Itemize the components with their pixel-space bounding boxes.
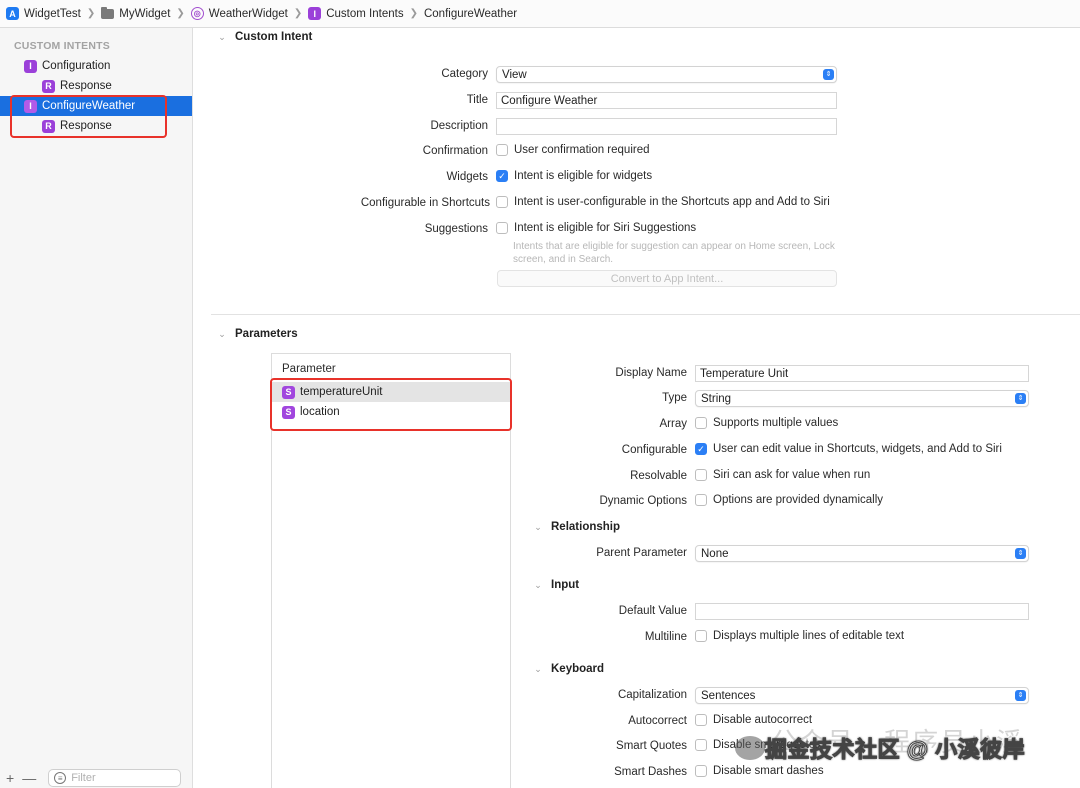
dynamic-options-label: Dynamic Options <box>599 495 687 507</box>
array-checkbox[interactable]: Supports multiple values <box>695 417 838 429</box>
checkmark-icon: ✓ <box>695 443 707 455</box>
checkbox-unchecked-icon <box>695 417 707 429</box>
breadcrumb-item-custom-intents[interactable]: I Custom Intents <box>308 7 404 20</box>
popup-arrows-icon: ⇕ <box>823 69 834 80</box>
sidebar-heading: CUSTOM INTENTS <box>14 40 110 52</box>
filter-field[interactable]: ≡ Filter <box>48 769 182 787</box>
title-field[interactable]: Configure Weather <box>496 92 837 109</box>
default-value-field[interactable] <box>695 603 1029 620</box>
subsection-relationship[interactable]: ⌄ Relationship <box>533 521 620 533</box>
type-popup[interactable]: String ⇕ <box>695 390 1029 407</box>
smart-dashes-checkbox[interactable]: Disable smart dashes <box>695 765 824 777</box>
checkbox-unchecked-icon <box>695 630 707 642</box>
chevron-right-icon: ❯ <box>86 8 96 19</box>
resolvable-checkbox[interactable]: Siri can ask for value when run <box>695 469 870 481</box>
folder-icon <box>101 6 115 19</box>
display-name-field[interactable]: Temperature Unit <box>695 365 1029 382</box>
chevron-down-icon: ⌄ <box>534 579 542 590</box>
description-field[interactable] <box>496 118 837 135</box>
checkbox-unchecked-icon <box>496 196 508 208</box>
chevron-down-icon: ⌄ <box>218 328 226 339</box>
dynamic-options-checkbox[interactable]: Options are provided dynamically <box>695 494 883 506</box>
breadcrumb-item-folder[interactable]: MyWidget <box>101 6 170 20</box>
checkmark-icon: ✓ <box>496 170 508 182</box>
multiline-checkbox[interactable]: Displays multiple lines of editable text <box>695 630 904 642</box>
breadcrumb: A WidgetTest ❯ MyWidget ❯ ◎ WeatherWidge… <box>0 0 1080 28</box>
widgets-checkbox[interactable]: ✓ Intent is eligible for widgets <box>496 170 652 182</box>
configurable-checkbox[interactable]: ✓ User can edit value in Shortcuts, widg… <box>695 443 1002 455</box>
intent-badge-icon: I <box>308 7 322 20</box>
shortcuts-checkbox[interactable]: Intent is user-configurable in the Short… <box>496 196 830 208</box>
breadcrumb-item-current[interactable]: ConfigureWeather <box>424 8 517 20</box>
sidebar-item-configuration[interactable]: I Configuration <box>0 56 192 76</box>
section-custom-intent[interactable]: ⌄ Custom Intent <box>217 31 312 43</box>
chevron-down-icon: ⌄ <box>218 31 226 42</box>
capitalization-popup[interactable]: Sentences ⇕ <box>695 687 1029 704</box>
sidebar-item-configuration-response[interactable]: R Response <box>0 76 192 96</box>
capitalization-label: Capitalization <box>617 689 687 701</box>
filter-icon: ≡ <box>54 772 67 784</box>
annotation-box-parameters <box>270 378 512 431</box>
resolvable-label: Resolvable <box>630 470 687 482</box>
filter-placeholder: Filter <box>71 772 96 784</box>
shortcuts-label: Configurable in Shortcuts <box>360 197 490 209</box>
chevron-right-icon: ❯ <box>409 8 418 19</box>
title-label: Title <box>466 94 488 106</box>
confirmation-label: Confirmation <box>422 145 488 157</box>
suggestions-checkbox[interactable]: Intent is eligible for Siri Suggestions <box>496 222 696 234</box>
display-name-label: Display Name <box>615 367 687 379</box>
add-button[interactable]: + <box>6 770 14 786</box>
sidebar-footer: + — ≡ Filter <box>0 768 192 788</box>
checkbox-unchecked-icon <box>695 469 707 481</box>
intent-badge-icon: I <box>24 59 37 73</box>
popup-arrows-icon: ⇕ <box>1015 393 1026 404</box>
breadcrumb-item-project[interactable]: A WidgetTest <box>6 7 81 20</box>
breadcrumb-item-intentdefinition[interactable]: ◎ WeatherWidget <box>190 7 288 20</box>
description-label: Description <box>430 120 488 132</box>
sidebar: CUSTOM INTENTS I Configuration R Respons… <box>0 28 193 788</box>
xcode-project-icon: A <box>6 7 19 20</box>
chevron-down-icon: ⌄ <box>534 663 542 674</box>
suggestions-note: Intents that are eligible for suggestion… <box>513 241 835 265</box>
popup-arrows-icon: ⇕ <box>1015 548 1026 559</box>
parent-parameter-label: Parent Parameter <box>596 547 687 559</box>
parameter-list-header: Parameter <box>282 363 336 375</box>
remove-button[interactable]: — <box>22 770 36 786</box>
configurable-label: Configurable <box>621 444 687 456</box>
confirmation-checkbox[interactable]: User confirmation required <box>496 144 650 156</box>
autocorrect-label: Autocorrect <box>628 715 687 727</box>
popup-arrows-icon: ⇕ <box>1015 690 1026 701</box>
checkbox-unchecked-icon <box>695 714 707 726</box>
subsection-input[interactable]: ⌄ Input <box>533 579 579 591</box>
parent-parameter-popup[interactable]: None ⇕ <box>695 545 1029 562</box>
checkbox-unchecked-icon <box>695 739 707 751</box>
smart-quotes-label: Smart Quotes <box>616 740 687 752</box>
category-label: Category <box>441 68 488 80</box>
widgets-label: Widgets <box>446 171 488 183</box>
category-popup[interactable]: View ⇕ <box>496 66 837 83</box>
suggestions-label: Suggestions <box>424 223 488 235</box>
chevron-right-icon: ❯ <box>176 8 185 19</box>
chevron-down-icon: ⌄ <box>534 521 542 532</box>
section-divider <box>211 314 1080 315</box>
autocorrect-checkbox[interactable]: Disable autocorrect <box>695 714 812 726</box>
chevron-right-icon: ❯ <box>293 8 303 19</box>
checkbox-unchecked-icon <box>695 765 707 777</box>
checkbox-unchecked-icon <box>496 144 508 156</box>
response-badge-icon: R <box>42 79 55 93</box>
type-label: Type <box>662 392 687 404</box>
intent-definition-icon: ◎ <box>190 7 204 20</box>
checkbox-unchecked-icon <box>496 222 508 234</box>
annotation-box-sidebar <box>10 95 167 138</box>
smart-dashes-label: Smart Dashes <box>614 766 687 778</box>
section-parameters[interactable]: ⌄ Parameters <box>217 328 297 340</box>
subsection-keyboard[interactable]: ⌄ Keyboard <box>533 663 604 675</box>
checkbox-unchecked-icon <box>695 494 707 506</box>
smart-quotes-checkbox[interactable]: Disable smart quotes <box>695 739 821 751</box>
convert-to-app-intent-button[interactable]: Convert to App Intent... <box>497 270 837 287</box>
multiline-label: Multiline <box>644 631 687 643</box>
default-value-label: Default Value <box>618 605 687 617</box>
array-label: Array <box>659 418 687 430</box>
